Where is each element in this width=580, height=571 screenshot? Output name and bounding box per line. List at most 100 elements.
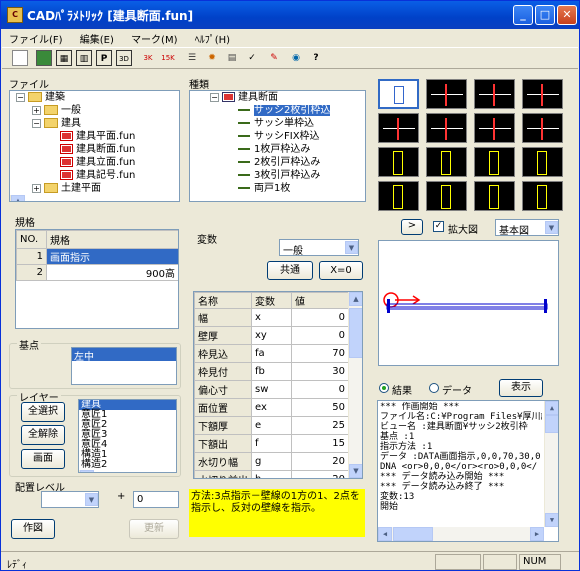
file-tree[interactable]: − 建築 + 一般 − 建具 建具平面.fun 建具断面.fun 建具立面.fun 建… [9, 90, 180, 202]
var-value[interactable]: 0 [291, 308, 349, 327]
open-icon[interactable] [36, 50, 52, 66]
check-icon[interactable]: ✓ [244, 50, 260, 66]
thumbnail[interactable] [426, 79, 467, 109]
menu-file[interactable]: ファイル(F) [2, 29, 70, 48]
tree-item-plan[interactable]: 建具平面.fun [76, 131, 135, 142]
log-vscrollbar[interactable]: ▲ ▼ [544, 401, 558, 527]
kind-item-double[interactable]: 両戸1枚 [254, 183, 290, 194]
kind-tree[interactable]: − 建具断面 サッシ2枚引枠込 サッシ単枠込 サッシFIX枠込 1枚戸枠込み 2枚… [189, 90, 366, 202]
split-icon[interactable]: ▥ [76, 50, 92, 66]
kind-item-door3[interactable]: 3枚引戸枠込み [254, 170, 320, 181]
thumbnail[interactable] [426, 147, 467, 177]
mark-15k-icon[interactable]: 15K [160, 50, 176, 66]
table-row[interactable]: 偏心寸 sw 0 [194, 380, 349, 399]
thumbnail[interactable] [522, 181, 563, 211]
layer-list[interactable]: 建具 意匠1 意匠2 意匠3 意匠4 構造1 構造2 ▲ ▼ [78, 399, 177, 473]
pencil-icon[interactable]: ✎ [266, 50, 282, 66]
scroll-up-icon[interactable]: ▲ [11, 195, 25, 201]
tree-item-fittings[interactable]: 建具 [61, 118, 81, 129]
thumbnail[interactable] [426, 113, 467, 143]
var-value[interactable]: 30 [291, 362, 349, 381]
var-value[interactable]: 20 [291, 470, 349, 478]
data-radio[interactable] [429, 383, 439, 393]
scroll-down-icon[interactable]: ▼ [349, 464, 362, 478]
table-row[interactable]: 2 900高 [16, 264, 178, 281]
list-item[interactable]: 左中 [72, 348, 176, 363]
level-input[interactable]: 0 [133, 491, 179, 508]
kind-item-door2[interactable]: 2枚引戸枠込み [254, 157, 320, 168]
var-scrollbar[interactable]: ▲ ▼ [348, 292, 362, 478]
var-value[interactable]: 0 [291, 326, 349, 345]
table-row[interactable]: 面位置 ex 50 [194, 398, 349, 417]
log-area[interactable]: *** 作画開始 *** ファイル名:C:¥Program Files¥厚川設 … [377, 400, 559, 542]
layer-scrollbar[interactable]: ▲ ▼ [79, 470, 94, 472]
var-value[interactable]: 50 [291, 398, 349, 417]
scroll-thumb[interactable] [393, 527, 433, 541]
select-all-button[interactable]: 全選択 [21, 402, 65, 422]
var-value[interactable]: 70 [291, 344, 349, 363]
3d-icon[interactable]: 3D [116, 50, 132, 66]
table-row[interactable]: 水切り幅 g 20 [194, 452, 349, 471]
thumbnail[interactable] [474, 147, 515, 177]
p-icon[interactable]: P [96, 50, 112, 66]
minimize-button[interactable]: _ [513, 5, 533, 25]
scroll-thumb[interactable] [545, 415, 558, 433]
scroll-left-icon[interactable]: ◀ [378, 527, 392, 541]
show-button[interactable]: 表示 [499, 379, 543, 397]
mark-3k-icon[interactable]: 3K [140, 50, 156, 66]
log-hscrollbar[interactable]: ◀ ▶ [378, 527, 544, 541]
new-icon[interactable] [12, 50, 28, 66]
var-select[interactable]: 一般 ▼ [279, 239, 359, 256]
tree-item-civil[interactable]: 土建平面 [61, 183, 101, 194]
thumbnail[interactable] [474, 181, 515, 211]
spec-table[interactable]: NO. 規格 1 画面指示 2 900高 [15, 229, 179, 329]
help-icon[interactable]: ? [308, 50, 324, 66]
scroll-up-icon[interactable]: ▲ [80, 470, 94, 472]
table-row[interactable]: 1 画面指示 [16, 248, 178, 265]
thumbnail[interactable] [474, 113, 515, 143]
scroll-right-icon[interactable]: ▶ [530, 527, 544, 541]
thumbnail[interactable] [522, 147, 563, 177]
result-radio[interactable] [379, 383, 389, 393]
tree-item-general[interactable]: 一般 [61, 105, 81, 116]
globe-icon[interactable]: ◉ [288, 50, 304, 66]
tree-item-building[interactable]: 建築 [45, 92, 65, 103]
thumbnail[interactable] [522, 79, 563, 109]
thumbnail[interactable] [378, 79, 419, 109]
kind-root[interactable]: 建具断面 [238, 92, 278, 103]
thumbnail[interactable] [378, 113, 419, 143]
scroll-thumb[interactable] [349, 308, 362, 358]
kind-item-sash1[interactable]: サッシ単枠込 [254, 118, 314, 129]
var-value[interactable]: 15 [291, 434, 349, 453]
table-row[interactable]: 幅x0 [194, 308, 349, 327]
thumbnail[interactable] [474, 79, 515, 109]
table-row[interactable]: 枠見込 fa 70 [194, 344, 349, 363]
table-row[interactable]: 壁厚 xy 0 [194, 326, 349, 345]
thumbnail[interactable] [378, 147, 419, 177]
table-row[interactable]: 水切り前出h20 [194, 470, 349, 478]
view-select[interactable]: 基本図 ▼ [495, 219, 559, 236]
var-value[interactable]: 20 [291, 452, 349, 471]
list-icon[interactable]: ☰ [184, 50, 200, 66]
zoom-next-button[interactable]: > [401, 219, 423, 235]
table-row[interactable]: 下額厚 e 25 [194, 416, 349, 435]
base-list[interactable]: 左中 [71, 347, 177, 385]
kind-item-door1[interactable]: 1枚戸枠込み [254, 144, 310, 155]
screen-button[interactable]: 画面 [21, 449, 65, 469]
zoom-checkbox[interactable]: ✓ [433, 221, 444, 232]
var-value[interactable]: 0 [291, 380, 349, 399]
menu-mark[interactable]: マーク(M) [124, 29, 184, 48]
var-value[interactable]: 25 [291, 416, 349, 435]
var-table[interactable]: 名称 変数値 幅x0 壁厚 xy 0 枠見込 fa 70 枠見付 fb 30 偏心寸 sw 0 面… [193, 291, 363, 479]
x0-button[interactable]: X=0 [319, 261, 363, 280]
chevron-down-icon[interactable]: ▼ [85, 493, 98, 506]
calc-icon[interactable]: ▤ [224, 50, 240, 66]
thumbnail[interactable] [378, 181, 419, 211]
chevron-down-icon[interactable]: ▼ [545, 221, 558, 234]
kind-item-fix[interactable]: サッシFIX枠込 [254, 131, 320, 142]
level-select[interactable]: ▼ [41, 491, 99, 508]
settings-icon[interactable]: ✹ [204, 50, 220, 66]
preview-canvas[interactable] [378, 240, 559, 366]
file-tree-scrollbar[interactable]: ▲ ▼ [10, 195, 25, 201]
common-button[interactable]: 共通 [267, 261, 313, 280]
